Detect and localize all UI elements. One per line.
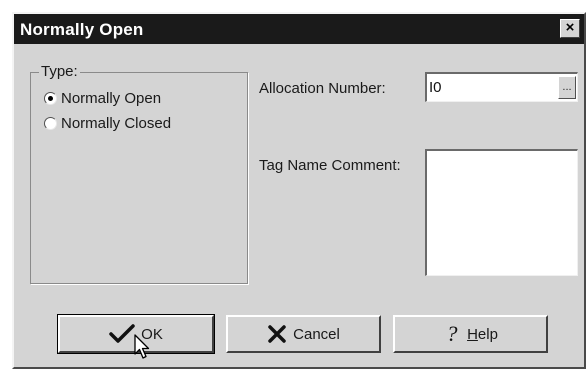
mouse-cursor-icon [134,334,150,365]
checkmark-icon [109,324,135,344]
close-button[interactable]: × [560,19,580,38]
dialog-window: Normally Open × Type: Normally Open Norm… [12,12,586,369]
cancel-button[interactable]: Cancel [226,315,381,353]
radio-label: Normally Closed [61,115,172,132]
help-button[interactable]: ? Help [393,315,548,353]
x-icon [267,324,287,344]
title-bar[interactable]: Normally Open × [14,14,584,44]
browse-button[interactable]: ... [558,76,576,99]
radio-dot-icon [48,96,53,101]
help-mnemonic: H [467,325,478,343]
tag-name-comment-label: Tag Name Comment: [259,157,401,174]
allocation-number-input[interactable] [429,77,539,97]
radio-circle-icon [44,92,57,105]
radio-circle-icon [44,117,57,130]
window-title: Normally Open [20,20,144,39]
type-group-label: Type: [39,63,80,80]
radio-label: Normally Open [61,90,162,107]
tag-name-comment-input[interactable] [427,151,577,275]
help-label: Help [467,326,498,343]
cancel-label: Cancel [293,325,340,343]
tag-name-comment-field[interactable] [425,149,578,276]
question-icon: ? [443,323,461,345]
svg-text:?: ? [447,323,458,345]
type-groupbox: Type: Normally Open Normally Closed [30,63,248,284]
close-icon: × [565,19,575,36]
allocation-number-label: Allocation Number: [259,80,386,97]
help-label-rest: elp [477,325,498,343]
allocation-number-field[interactable]: ... [425,72,578,102]
